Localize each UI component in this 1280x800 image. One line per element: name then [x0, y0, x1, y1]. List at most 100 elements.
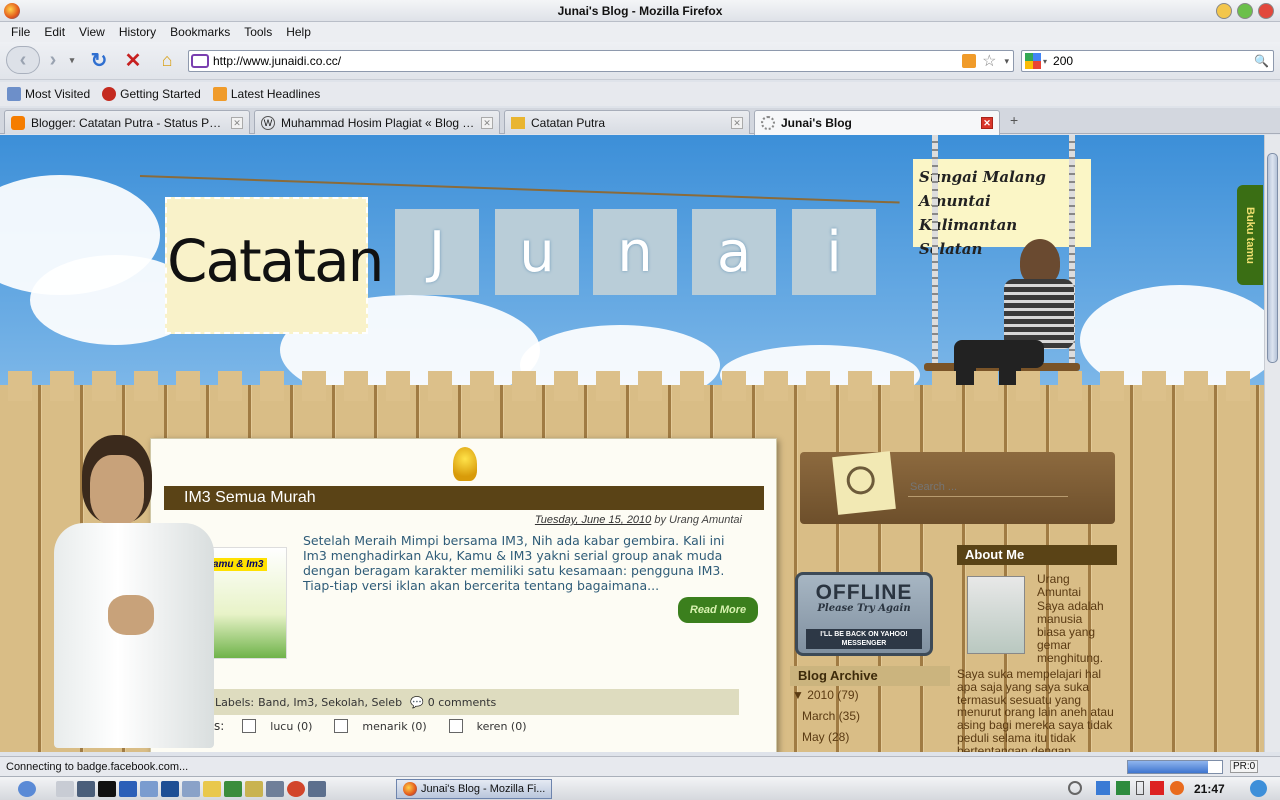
tab-label: Catatan Putra: [531, 115, 606, 130]
tab-catatan-putra[interactable]: Catatan Putra ✕: [504, 110, 750, 134]
folder-icon[interactable]: [203, 780, 221, 797]
display-icon[interactable]: [182, 780, 200, 797]
search-bar[interactable]: ▾ 🔍: [1021, 50, 1274, 72]
bookmark-star-icon[interactable]: ☆: [982, 51, 996, 71]
offline-bar: I'LL BE BACK ON YAHOO! MESSENGER: [806, 629, 922, 649]
search-input[interactable]: [1047, 54, 1255, 68]
tab-label: Blogger: Catatan Putra - Status Publikas…: [31, 115, 225, 130]
search-icon[interactable]: 🔍: [1254, 54, 1269, 68]
reaction-label: lucu (0): [270, 719, 313, 733]
monitor-icon[interactable]: [308, 780, 326, 797]
profile-avatar[interactable]: [967, 576, 1025, 654]
bookmark-most-visited[interactable]: Most Visited: [4, 87, 93, 101]
menu-bookmarks[interactable]: Bookmarks: [163, 25, 237, 39]
labels-list[interactable]: Band, Im3, Sekolah, Seleb: [258, 696, 402, 709]
rss-icon: [212, 87, 227, 101]
tab-blog-yudi[interactable]: W Muhammad Hosim Plagiat « Blog Yudi ...…: [254, 110, 500, 134]
menu-file[interactable]: File: [4, 25, 37, 39]
letter-tile: i: [792, 209, 876, 295]
tray-search-icon[interactable]: [1250, 780, 1267, 797]
scrollbar-thumb[interactable]: [1267, 153, 1278, 363]
archive-month[interactable]: May (28): [790, 727, 950, 748]
tool-icon[interactable]: [245, 780, 263, 797]
vertical-scrollbar[interactable]: [1264, 135, 1280, 752]
archive-month[interactable]: March (35): [790, 706, 950, 727]
bookmark-latest-headlines[interactable]: Latest Headlines: [210, 87, 323, 101]
close-tab-icon[interactable]: ✕: [731, 116, 743, 129]
yahoo-offline-badge[interactable]: OFFLINE Please Try Again I'LL BE BACK ON…: [795, 572, 933, 656]
photoshop-icon[interactable]: [161, 780, 179, 797]
taskbar-firefox-item[interactable]: Junai's Blog - Mozilla Fi...: [396, 779, 552, 799]
taskitem-label: Junai's Blog - Mozilla Fi...: [421, 783, 546, 795]
close-tab-icon[interactable]: ✕: [981, 117, 993, 129]
post-title[interactable]: IM3 Semua Murah: [164, 486, 764, 510]
back-button[interactable]: ‹: [6, 46, 40, 74]
minimize-button[interactable]: [1216, 3, 1232, 19]
url-bar[interactable]: ☆ ▾: [188, 50, 1014, 72]
terminal-icon[interactable]: [98, 780, 116, 797]
tab-junais-blog[interactable]: Junai's Blog ✕: [754, 110, 1000, 135]
reload-button[interactable]: ↻: [88, 46, 110, 74]
rss-feed-icon[interactable]: [962, 54, 977, 68]
url-input[interactable]: [209, 52, 963, 70]
close-window-button[interactable]: [1258, 3, 1274, 19]
maximize-button[interactable]: [1237, 3, 1253, 19]
stop-button[interactable]: ✕: [122, 46, 144, 74]
comments-link[interactable]: 0 comments: [428, 696, 497, 709]
tray-app-icon[interactable]: [1170, 781, 1184, 795]
menu-help[interactable]: Help: [279, 25, 318, 39]
letter-tile: J: [395, 209, 479, 295]
close-tab-icon[interactable]: ✕: [481, 116, 493, 129]
blog-archive-heading: Blog Archive: [790, 666, 950, 686]
close-tab-icon[interactable]: ✕: [231, 116, 243, 129]
new-tab-button[interactable]: +: [1010, 112, 1018, 128]
browser-icon[interactable]: [287, 780, 305, 797]
url-dropdown-icon[interactable]: ▾: [1004, 56, 1009, 67]
menu-history[interactable]: History: [112, 25, 163, 39]
history-dropdown-icon[interactable]: ▾: [66, 46, 78, 74]
reaction-keren-checkbox[interactable]: [448, 719, 463, 733]
archive-year[interactable]: ▼ 2010 (79): [790, 685, 950, 706]
buku-tamu-button[interactable]: Buku tamu: [1237, 185, 1263, 285]
home-button[interactable]: ⌂: [155, 46, 179, 74]
person-photo-overlay: [48, 435, 218, 752]
tab-strip: Blogger: Catatan Putra - Status Publikas…: [0, 108, 1280, 135]
word-icon[interactable]: [119, 780, 137, 797]
google-engine-icon[interactable]: [1025, 53, 1041, 69]
reaction-lucu-checkbox[interactable]: [242, 719, 257, 733]
read-more-button[interactable]: Read More: [678, 597, 758, 623]
tray-network-icon[interactable]: [1096, 781, 1110, 795]
post-date[interactable]: Tuesday, June 15, 2010: [535, 514, 651, 526]
tray-battery-icon[interactable]: [1136, 781, 1144, 795]
reaction-label: menarik (0): [362, 719, 427, 733]
firefox-bookmark-icon: [102, 87, 117, 101]
menu-view[interactable]: View: [72, 25, 112, 39]
start-menu-icon[interactable]: [18, 780, 36, 797]
search-note: [832, 451, 896, 515]
bookmark-label: Latest Headlines: [230, 87, 321, 101]
forward-button[interactable]: ›: [40, 46, 66, 74]
bookmark-getting-started[interactable]: Getting Started: [99, 87, 204, 101]
menu-tools[interactable]: Tools: [237, 25, 279, 39]
tray-antivirus-icon[interactable]: [1150, 781, 1164, 795]
system-clock: 21:47: [1194, 782, 1225, 796]
network-icon[interactable]: [77, 780, 95, 797]
reaction-menarik-checkbox[interactable]: [334, 719, 349, 733]
media-icon[interactable]: [266, 780, 284, 797]
page-viewport: Catatan J u n a i Sungai Malang Amuntai …: [0, 135, 1264, 752]
tools-icon[interactable]: [56, 780, 74, 797]
menu-edit[interactable]: Edit: [37, 25, 72, 39]
tray-shield-icon[interactable]: [1116, 781, 1130, 795]
status-bar: Connecting to badge.facebook.com... PR:0: [0, 756, 1280, 776]
archive-list: ▼ 2010 (79) March (35) May (28): [790, 685, 950, 748]
profile-description: Saya suka mempelajari hal apa saja yang …: [957, 667, 1114, 752]
firefox-icon: [4, 3, 20, 19]
blog-search-input[interactable]: [908, 477, 1068, 497]
bookmarks-toolbar: Most Visited Getting Started Latest Head…: [0, 82, 1280, 106]
globe-icon[interactable]: [224, 780, 242, 797]
progress-fill: [1128, 761, 1208, 773]
notepad-icon[interactable]: [140, 780, 158, 797]
tray-back-icon[interactable]: [1068, 781, 1082, 795]
profile-name[interactable]: Urang Amuntai: [1037, 573, 1111, 599]
tab-blogger[interactable]: Blogger: Catatan Putra - Status Publikas…: [4, 110, 250, 134]
